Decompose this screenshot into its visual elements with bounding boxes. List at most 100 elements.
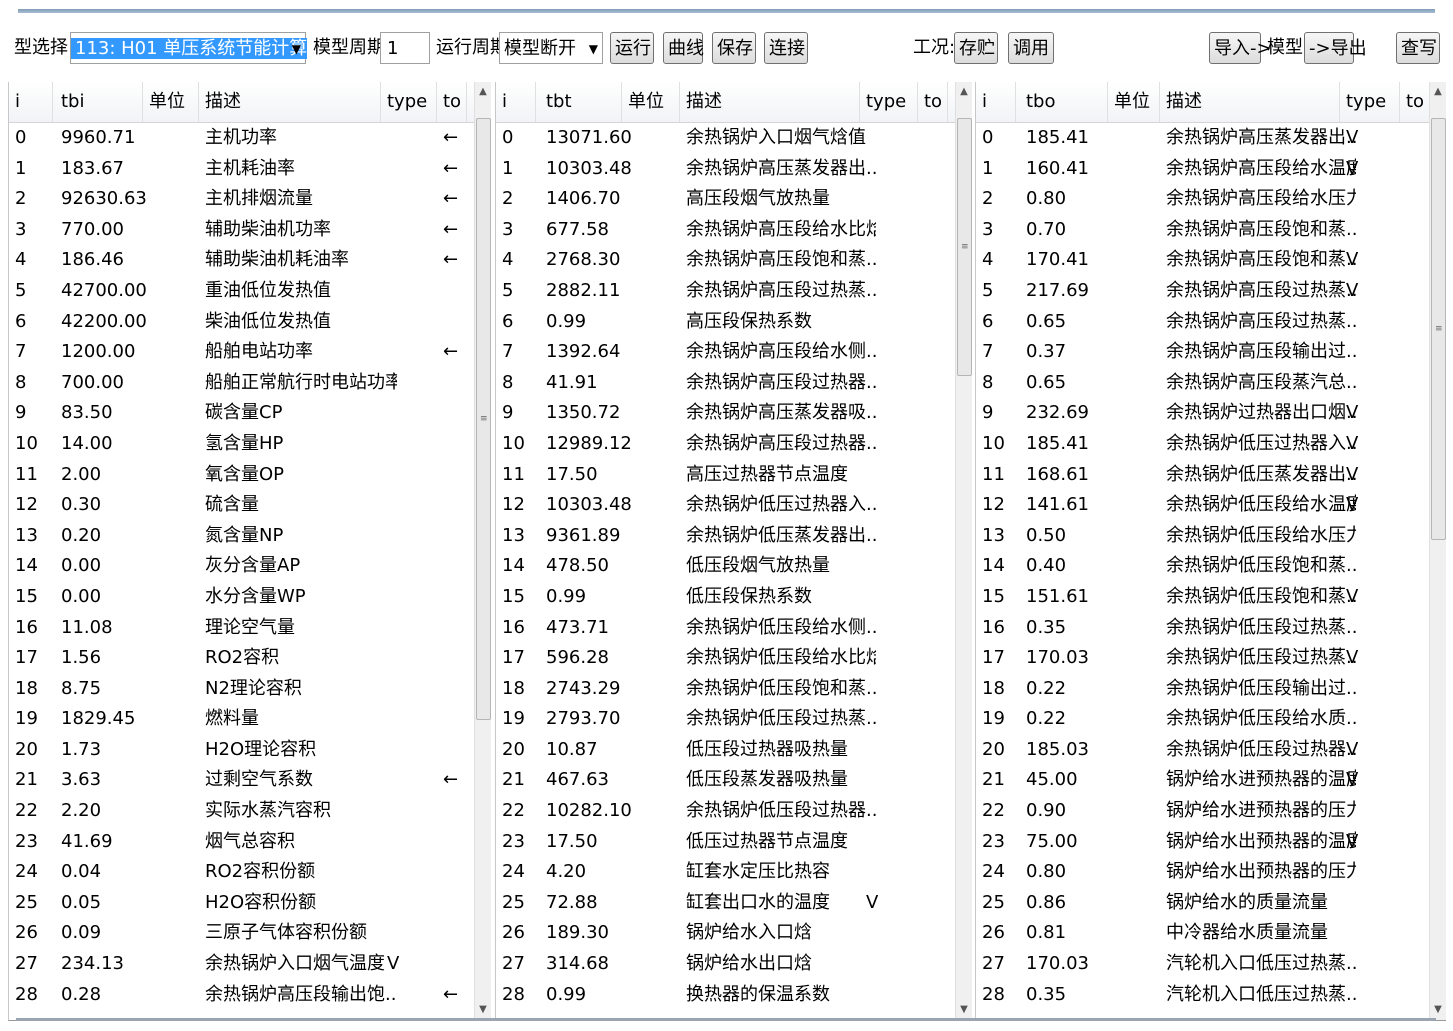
scroll-thumb[interactable]: ≡: [1431, 118, 1446, 540]
panel-tbi[interactable]: i tbi 单位 描述 type to 0 9960.71 主机功率 ← 1 183.67 主机耗油率 ←…: [8, 82, 491, 1021]
header-desc[interactable]: 描述: [199, 82, 381, 122]
save-button[interactable]: 保存: [712, 32, 756, 64]
header-desc[interactable]: 描述: [680, 82, 860, 122]
table-row[interactable]: 24 4.20 缸套水定压比热容: [496, 857, 956, 888]
vertical-scrollbar[interactable]: ▲ ≡ ▼: [1429, 82, 1446, 1020]
table-row[interactable]: 24 0.04 RO2容积份额: [9, 857, 475, 888]
table-row[interactable]: 26 189.30 锅炉给水入口焓: [496, 918, 956, 949]
table-row[interactable]: 4 2768.30 余热锅炉高压段饱和蒸...: [496, 245, 956, 276]
header-desc[interactable]: 描述: [1160, 82, 1340, 122]
table-row[interactable]: 20 1.73 H2O理论容积: [9, 735, 475, 766]
table-row[interactable]: 17 170.03 余热锅炉低压段过热蒸... V: [976, 643, 1430, 674]
table-row[interactable]: 14 0.00 灰分含量AP: [9, 551, 475, 582]
table-row[interactable]: 10 12989.12 余热锅炉高压段过热器...: [496, 429, 956, 460]
table-row[interactable]: 28 0.28 余热锅炉高压段输出饱... ←: [9, 980, 475, 1011]
table-row[interactable]: 10 14.00 氢含量HP: [9, 429, 475, 460]
import-button[interactable]: 导入->: [1209, 32, 1272, 64]
table-row[interactable]: 21 3.63 过剩空气系数 ←: [9, 765, 475, 796]
table-row[interactable]: 14 0.40 余热锅炉低压段饱和蒸...: [976, 551, 1430, 582]
chevron-down-icon[interactable]: ▼: [589, 33, 598, 65]
table-row[interactable]: 17 596.28 余热锅炉低压段给水比焓: [496, 643, 956, 674]
table-row[interactable]: 18 0.22 余热锅炉低压段输出过...: [976, 674, 1430, 705]
panel-tbo[interactable]: i tbo 单位 描述 type to 0 185.41 余热锅炉高压蒸发器出... V 1 160.…: [975, 82, 1446, 1021]
table-row[interactable]: 20 185.03 余热锅炉低压段过热器... V: [976, 735, 1430, 766]
header-i[interactable]: i: [496, 82, 536, 122]
header-unit[interactable]: 单位: [622, 82, 680, 122]
scroll-down-icon[interactable]: ▼: [475, 1002, 491, 1018]
table-row[interactable]: 1 183.67 主机耗油率 ←: [9, 154, 475, 185]
table-row[interactable]: 2 0.80 余热锅炉高压段给水压力: [976, 184, 1430, 215]
table-row[interactable]: 6 42200.00 柴油低位发热值: [9, 307, 475, 338]
table-row[interactable]: 0 9960.71 主机功率 ←: [9, 123, 475, 154]
table-row[interactable]: 2 92630.63 主机排烟流量 ←: [9, 184, 475, 215]
header-unit[interactable]: 单位: [1108, 82, 1160, 122]
table-row[interactable]: 15 151.61 余热锅炉低压段饱和蒸... V: [976, 582, 1430, 613]
table-row[interactable]: 13 9361.89 余热锅炉低压蒸发器出...: [496, 521, 956, 552]
table-row[interactable]: 21 45.00 锅炉给水进预热器的温度 V: [976, 765, 1430, 796]
table-row[interactable]: 8 700.00 船舶正常航行时电站功率: [9, 368, 475, 399]
model-period-input[interactable]: 1: [380, 32, 430, 64]
header-i[interactable]: i: [976, 82, 1016, 122]
export-button[interactable]: ->导出: [1304, 32, 1367, 64]
table-row[interactable]: 25 0.86 锅炉给水的质量流量: [976, 888, 1430, 919]
query-button[interactable]: 查写: [1396, 32, 1440, 64]
table-row[interactable]: 22 0.90 锅炉给水进预热器的压力: [976, 796, 1430, 827]
table-row[interactable]: 5 217.69 余热锅炉高压段过热蒸... V: [976, 276, 1430, 307]
table-row[interactable]: 25 72.88 缸套出口水的温度 V: [496, 888, 956, 919]
store-button[interactable]: 存贮: [954, 32, 998, 64]
table-row[interactable]: 15 0.00 水分含量WP: [9, 582, 475, 613]
table-row[interactable]: 3 0.70 余热锅炉高压段饱和蒸...: [976, 215, 1430, 246]
scroll-down-icon[interactable]: ▼: [956, 1002, 972, 1018]
table-row[interactable]: 8 0.65 余热锅炉高压段蒸汽总...: [976, 368, 1430, 399]
table-row[interactable]: 14 478.50 低压段烟气放热量: [496, 551, 956, 582]
curve-button[interactable]: 曲线: [663, 32, 704, 64]
table-row[interactable]: 8 41.91 余热锅炉高压段过热器...: [496, 368, 956, 399]
table-row[interactable]: 12 141.61 余热锅炉低压段给水温度 V: [976, 490, 1430, 521]
table-row[interactable]: 26 0.09 三原子气体容积份额: [9, 918, 475, 949]
table-row[interactable]: 27 170.03 汽轮机入口低压过热蒸...: [976, 949, 1430, 980]
model-select-combo[interactable]: 113: H01 单压系统节能计算 ▼: [70, 32, 308, 65]
chevron-down-icon[interactable]: ▼: [292, 33, 301, 65]
table-row[interactable]: 7 0.37 余热锅炉高压段输出过...: [976, 337, 1430, 368]
table-row[interactable]: 27 234.13 余热锅炉入口烟气温度 V: [9, 949, 475, 980]
table-row[interactable]: 28 0.35 汽轮机入口低压过热蒸...: [976, 980, 1430, 1011]
table-row[interactable]: 2 1406.70 高压段烟气放热量: [496, 184, 956, 215]
table-row[interactable]: 12 0.30 硫含量: [9, 490, 475, 521]
table-row[interactable]: 6 0.99 高压段保热系数: [496, 307, 956, 338]
table-row[interactable]: 9 232.69 余热锅炉过热器出口烟... V: [976, 398, 1430, 429]
table-row[interactable]: 23 75.00 锅炉给水出预热器的温度 V: [976, 827, 1430, 858]
header-name[interactable]: tbo: [1020, 82, 1108, 122]
header-name[interactable]: tbi: [55, 82, 143, 122]
table-row[interactable]: 13 0.50 余热锅炉低压段给水压力: [976, 521, 1430, 552]
table-row[interactable]: 11 17.50 高压过热器节点温度: [496, 460, 956, 491]
table-row[interactable]: 26 0.81 中冷器给水质量流量: [976, 918, 1430, 949]
table-row[interactable]: 22 10282.10 余热锅炉低压段过热器...: [496, 796, 956, 827]
table-row[interactable]: 5 2882.11 余热锅炉高压段过热蒸...: [496, 276, 956, 307]
panel-tbt[interactable]: i tbt 单位 描述 type to 0 13071.60 余热锅炉入口烟气焓值 1 10303.…: [495, 82, 972, 1021]
recall-button[interactable]: 调用: [1008, 32, 1054, 64]
scroll-up-icon[interactable]: ▲: [1430, 84, 1446, 100]
header-type[interactable]: type: [860, 82, 918, 122]
table-row[interactable]: 27 314.68 锅炉给水出口焓: [496, 949, 956, 980]
table-row[interactable]: 11 168.61 余热锅炉低压蒸发器出... V: [976, 460, 1430, 491]
header-type[interactable]: type: [1340, 82, 1400, 122]
table-row[interactable]: 3 677.58 余热锅炉高压段给水比焓: [496, 215, 956, 246]
table-row[interactable]: 16 11.08 理论空气量: [9, 613, 475, 644]
table-row[interactable]: 4 170.41 余热锅炉高压段饱和蒸... V: [976, 245, 1430, 276]
table-row[interactable]: 25 0.05 H2O容积份额: [9, 888, 475, 919]
table-row[interactable]: 11 2.00 氧含量OP: [9, 460, 475, 491]
scroll-thumb[interactable]: ≡: [476, 118, 491, 720]
table-row[interactable]: 20 10.87 低压段过热器吸热量: [496, 735, 956, 766]
table-row[interactable]: 16 0.35 余热锅炉低压段过热蒸...: [976, 613, 1430, 644]
table-row[interactable]: 1 10303.48 余热锅炉高压蒸发器出...: [496, 154, 956, 185]
run-period-combo[interactable]: 模型断开 ▼: [499, 32, 603, 64]
connect-button[interactable]: 连接: [764, 32, 808, 64]
table-row[interactable]: 1 160.41 余热锅炉高压段给水温度 V: [976, 154, 1430, 185]
scroll-thumb[interactable]: ≡: [957, 118, 972, 376]
table-row[interactable]: 23 17.50 低压过热器节点温度: [496, 827, 956, 858]
table-row[interactable]: 23 41.69 烟气总容积: [9, 827, 475, 858]
table-row[interactable]: 3 770.00 辅助柴油机功率 ←: [9, 215, 475, 246]
table-row[interactable]: 18 8.75 N2理论容积: [9, 674, 475, 705]
table-row[interactable]: 5 42700.00 重油低位发热值: [9, 276, 475, 307]
table-row[interactable]: 21 467.63 低压段蒸发器吸热量: [496, 765, 956, 796]
